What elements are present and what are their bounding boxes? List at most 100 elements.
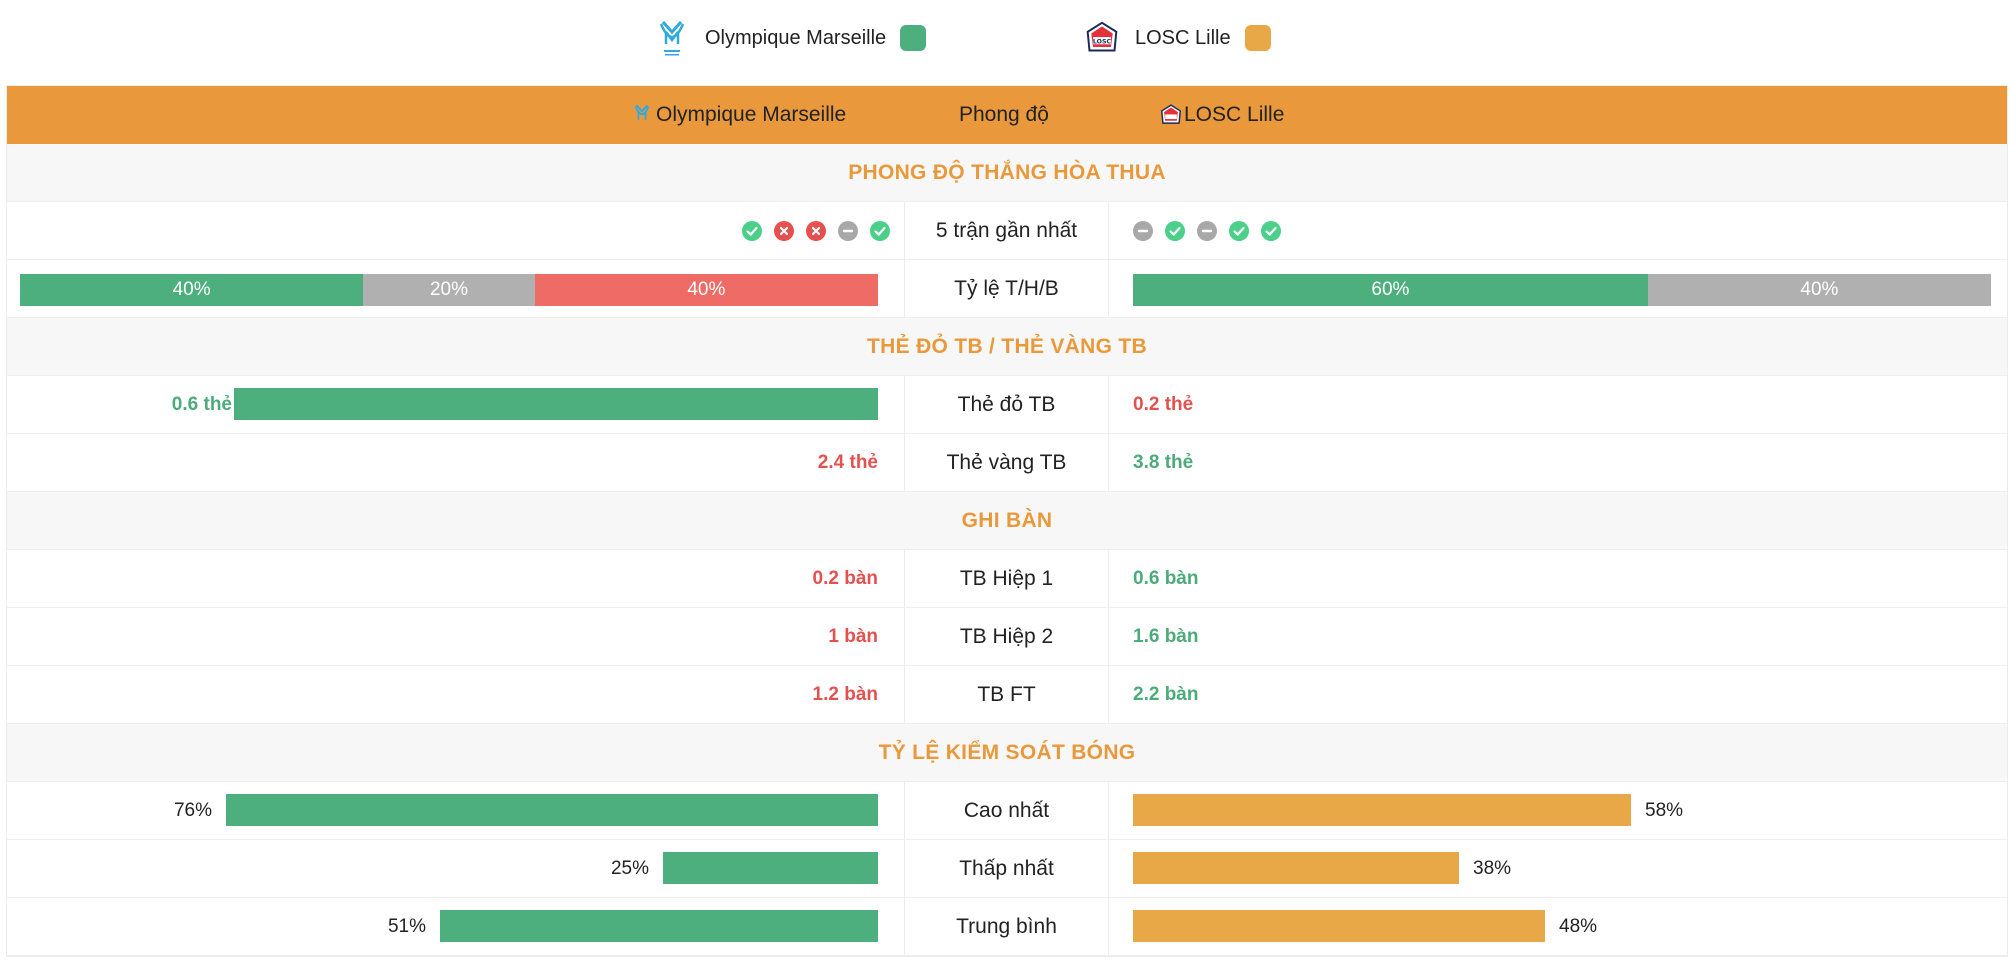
section-form-title: PHONG ĐỘ THẮNG HÒA THUA — [7, 144, 2007, 202]
win-icon — [742, 220, 762, 241]
stats-table: Olympique Marseille Phong độ LOSC Lille … — [6, 85, 2008, 957]
possession-avg-home: 51% — [7, 898, 904, 955]
lille-crest-icon: LOSC — [1085, 18, 1119, 58]
away-ratio-draw-segment: 40% — [1647, 274, 1991, 306]
section-cards-title: THẺ ĐỎ TB / THẺ VÀNG TB — [7, 318, 2007, 376]
page: Olympique Marseille LOSC LOSC Lille Olym… — [0, 0, 2012, 964]
win-icon — [1165, 220, 1185, 241]
row-recent-form: 5 trận gần nhất — [7, 202, 2007, 260]
recent-form-home — [7, 202, 904, 259]
goals-ft-home-value: 1.2 bàn — [812, 683, 878, 705]
red-cards-label: Thẻ đỏ TB — [904, 376, 1109, 433]
possession-max-home-bar — [226, 794, 878, 826]
legend-home: Olympique Marseille — [655, 14, 927, 62]
legend-away-swatch — [1244, 25, 1271, 51]
goals-ft-away: 2.2 bàn — [1108, 666, 2007, 723]
win-icon — [1261, 220, 1281, 241]
goals-ft-home: 1.2 bàn — [7, 666, 904, 723]
away-ratio-win-segment: 60% — [1133, 274, 1648, 306]
goals-h2-home: 1 bàn — [7, 608, 904, 665]
draw-icon — [1197, 220, 1217, 241]
recent-form-label: 5 trận gần nhất — [904, 202, 1109, 259]
header-away-name: LOSC Lille — [1184, 103, 1285, 126]
legend-home-swatch — [900, 25, 927, 51]
row-goals-ft: 1.2 bàn TB FT 2.2 bàn — [7, 666, 2007, 724]
recent-form-away — [1108, 202, 2007, 259]
possession-avg-label: Trung bình — [904, 898, 1109, 955]
home-ratio-win-segment: 40% — [20, 274, 364, 306]
possession-avg-away-bar — [1133, 910, 1545, 942]
goals-h2-away: 1.6 bàn — [1108, 608, 2007, 665]
goals-h1-home-value: 0.2 bàn — [812, 567, 878, 589]
home-ratio-bar: 40% 20% 40% — [20, 274, 878, 306]
yellow-cards-home: 2.4 thẻ — [7, 434, 904, 491]
home-ratio-draw-segment: 20% — [363, 274, 535, 306]
red-cards-home-bar — [234, 388, 878, 420]
possession-max-away: 58% — [1108, 782, 2007, 839]
draw-icon — [838, 220, 858, 241]
section-possession-title: TỶ LỆ KIỂM SOÁT BÓNG — [7, 724, 2007, 782]
draw-icon — [1133, 220, 1153, 241]
legend-away: LOSC LOSC Lille — [1085, 14, 1271, 62]
legend-home-name: Olympique Marseille — [705, 26, 887, 49]
possession-min-away: 38% — [1108, 840, 2007, 897]
row-red-cards: 0.6 thẻ Thẻ đỏ TB 0.2 thẻ — [7, 376, 2007, 434]
possession-min-away-bar — [1133, 852, 1459, 884]
header-away: LOSC Lille — [1160, 86, 1284, 144]
legend: Olympique Marseille LOSC LOSC Lille — [0, 14, 2012, 62]
header-form: Phong độ — [959, 103, 1049, 126]
row-possession-min: 25% Thấp nhất 38% — [7, 840, 2007, 898]
ratio-away: 60% 40% — [1108, 260, 2007, 317]
away-ratio-bar: 60% 40% — [1133, 274, 1991, 306]
goals-ft-away-value: 2.2 bàn — [1133, 683, 1199, 705]
possession-min-away-value: 38% — [1473, 857, 1512, 879]
row-possession-max: 76% Cao nhất 58% — [7, 782, 2007, 840]
svg-text:LOSC: LOSC — [1093, 38, 1112, 45]
marseille-crest-icon — [632, 102, 654, 128]
goals-h1-away-value: 0.6 bàn — [1133, 567, 1199, 589]
possession-avg-home-value: 51% — [387, 915, 426, 937]
possession-avg-away-value: 48% — [1559, 915, 1598, 937]
header-home: Olympique Marseille — [632, 86, 846, 144]
loss-icon — [774, 220, 794, 241]
possession-min-home-bar — [663, 852, 878, 884]
win-icon — [1229, 220, 1249, 241]
goals-ft-label: TB FT — [904, 666, 1109, 723]
goals-h2-label: TB Hiệp 2 — [904, 608, 1109, 665]
yellow-cards-away: 3.8 thẻ — [1108, 434, 2007, 491]
possession-max-home-value: 76% — [173, 799, 212, 821]
header-home-name: Olympique Marseille — [656, 103, 847, 126]
possession-avg-home-bar — [440, 910, 878, 942]
possession-max-away-value: 58% — [1645, 799, 1684, 821]
possession-min-home-value: 25% — [610, 857, 649, 879]
goals-h2-home-value: 1 bàn — [828, 625, 878, 647]
ratio-home: 40% 20% 40% — [7, 260, 904, 317]
yellow-cards-away-value: 3.8 thẻ — [1133, 451, 1194, 473]
red-cards-home-value: 0.6 thẻ — [171, 393, 232, 415]
possession-avg-away: 48% — [1108, 898, 2007, 955]
possession-min-home: 25% — [7, 840, 904, 897]
possession-max-away-bar — [1133, 794, 1631, 826]
goals-h1-away: 0.6 bàn — [1108, 550, 2007, 607]
goals-h1-home: 0.2 bàn — [7, 550, 904, 607]
home-ratio-loss-segment: 40% — [534, 274, 878, 306]
yellow-cards-home-value: 2.4 thẻ — [817, 451, 878, 473]
goals-h1-label: TB Hiệp 1 — [904, 550, 1109, 607]
table-header: Olympique Marseille Phong độ LOSC Lille — [7, 86, 2007, 144]
possession-max-label: Cao nhất — [904, 782, 1109, 839]
home-form-icons — [742, 202, 890, 259]
row-goals-h1: 0.2 bàn TB Hiệp 1 0.6 bàn — [7, 550, 2007, 608]
row-ratio: 40% 20% 40% Tỷ lệ T/H/B 60% 40% — [7, 260, 2007, 318]
red-cards-away-value: 0.2 thẻ — [1133, 393, 1194, 415]
row-yellow-cards: 2.4 thẻ Thẻ vàng TB 3.8 thẻ — [7, 434, 2007, 492]
lille-crest-icon — [1160, 102, 1182, 128]
legend-away-name: LOSC Lille — [1135, 26, 1231, 49]
row-possession-avg: 51% Trung bình 48% — [7, 898, 2007, 956]
away-form-icons — [1133, 202, 1281, 259]
win-icon — [870, 220, 890, 241]
yellow-cards-label: Thẻ vàng TB — [904, 434, 1109, 491]
row-goals-h2: 1 bàn TB Hiệp 2 1.6 bàn — [7, 608, 2007, 666]
red-cards-home: 0.6 thẻ — [7, 376, 904, 433]
section-goals-title: GHI BÀN — [7, 492, 2007, 550]
red-cards-away: 0.2 thẻ — [1108, 376, 2007, 433]
